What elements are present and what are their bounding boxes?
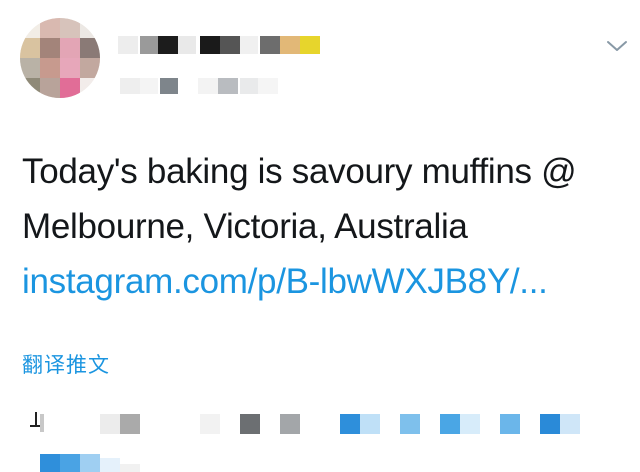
avatar[interactable]	[20, 18, 100, 98]
timestamp-pixel	[280, 414, 300, 434]
stats-pixel	[120, 464, 140, 472]
source-pixel	[340, 414, 360, 434]
tweet-link[interactable]: instagram.com/p/B-lbwWXJB8Y/...	[22, 254, 622, 309]
stats-pixel	[60, 454, 80, 472]
chevron-down-icon[interactable]	[606, 38, 628, 54]
timestamp-pixel	[200, 414, 220, 434]
translate-tweet-link[interactable]: 翻译推文	[22, 352, 110, 380]
tweet-text: Today's baking is savoury muffins @ Melb…	[22, 152, 577, 246]
timestamp-pixel	[240, 414, 260, 434]
source-pixel	[540, 414, 560, 434]
tweet-header	[0, 0, 640, 110]
timestamp-pixel	[40, 414, 44, 432]
source-pixel	[560, 414, 580, 434]
timestamp-pixel	[100, 414, 120, 434]
source-pixel	[500, 414, 520, 434]
source-pixel	[460, 414, 480, 434]
source-pixel	[360, 414, 380, 434]
stats-pixel	[100, 458, 120, 472]
tweet-meta-row	[0, 404, 640, 472]
source-pixel	[440, 414, 460, 434]
stats-pixel	[80, 454, 100, 472]
source-pixel	[400, 414, 420, 434]
stats-pixel	[40, 454, 60, 472]
timestamp-pixel	[120, 414, 140, 434]
